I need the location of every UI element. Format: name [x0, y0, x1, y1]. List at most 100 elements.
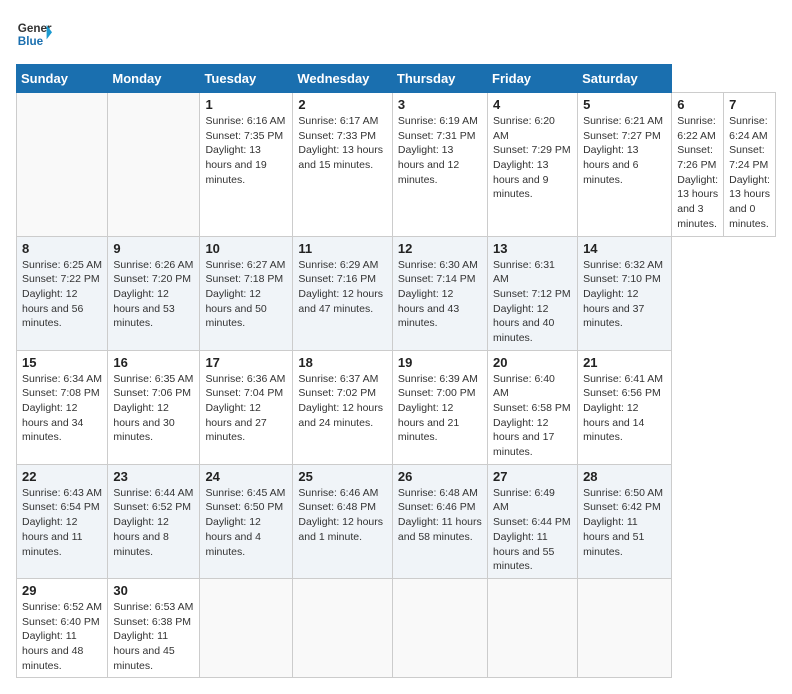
day-info: Sunrise: 6:40 AMSunset: 6:58 PMDaylight:…	[493, 372, 572, 460]
day-number: 17	[205, 355, 287, 370]
calendar-week-row: 1 Sunrise: 6:16 AMSunset: 7:35 PMDayligh…	[17, 93, 776, 237]
svg-text:Blue: Blue	[18, 35, 44, 48]
day-info: Sunrise: 6:44 AMSunset: 6:52 PMDaylight:…	[113, 486, 194, 559]
day-number: 16	[113, 355, 194, 370]
day-number: 27	[493, 469, 572, 484]
day-number: 24	[205, 469, 287, 484]
calendar-day: 11 Sunrise: 6:29 AMSunset: 7:16 PMDaylig…	[293, 236, 393, 350]
day-info: Sunrise: 6:31 AMSunset: 7:12 PMDaylight:…	[493, 258, 572, 346]
day-info: Sunrise: 6:36 AMSunset: 7:04 PMDaylight:…	[205, 372, 287, 445]
calendar-day: 23 Sunrise: 6:44 AMSunset: 6:52 PMDaylig…	[108, 464, 200, 578]
logo: General Blue	[16, 16, 52, 52]
day-info: Sunrise: 6:48 AMSunset: 6:46 PMDaylight:…	[398, 486, 482, 545]
calendar-day: 19 Sunrise: 6:39 AMSunset: 7:00 PMDaylig…	[392, 350, 487, 464]
calendar-day: 6 Sunrise: 6:22 AMSunset: 7:26 PMDayligh…	[672, 93, 724, 237]
calendar-day: 17 Sunrise: 6:36 AMSunset: 7:04 PMDaylig…	[200, 350, 293, 464]
page-header: General Blue	[16, 16, 776, 52]
calendar-day: 8 Sunrise: 6:25 AMSunset: 7:22 PMDayligh…	[17, 236, 108, 350]
calendar-day: 5 Sunrise: 6:21 AMSunset: 7:27 PMDayligh…	[578, 93, 672, 237]
day-info: Sunrise: 6:29 AMSunset: 7:16 PMDaylight:…	[298, 258, 387, 317]
column-header-sunday: Sunday	[17, 65, 108, 93]
column-header-thursday: Thursday	[392, 65, 487, 93]
day-number: 19	[398, 355, 482, 370]
calendar-week-row: 15 Sunrise: 6:34 AMSunset: 7:08 PMDaylig…	[17, 350, 776, 464]
day-number: 1	[205, 97, 287, 112]
day-number: 15	[22, 355, 102, 370]
day-info: Sunrise: 6:19 AMSunset: 7:31 PMDaylight:…	[398, 114, 482, 187]
calendar-day: 27 Sunrise: 6:49 AMSunset: 6:44 PMDaylig…	[488, 464, 578, 578]
calendar-day: 26 Sunrise: 6:48 AMSunset: 6:46 PMDaylig…	[392, 464, 487, 578]
day-number: 11	[298, 241, 387, 256]
day-info: Sunrise: 6:21 AMSunset: 7:27 PMDaylight:…	[583, 114, 666, 187]
day-number: 2	[298, 97, 387, 112]
day-info: Sunrise: 6:46 AMSunset: 6:48 PMDaylight:…	[298, 486, 387, 545]
day-info: Sunrise: 6:24 AMSunset: 7:24 PMDaylight:…	[729, 114, 770, 232]
calendar-day: 22 Sunrise: 6:43 AMSunset: 6:54 PMDaylig…	[17, 464, 108, 578]
day-info: Sunrise: 6:39 AMSunset: 7:00 PMDaylight:…	[398, 372, 482, 445]
calendar-day: 1 Sunrise: 6:16 AMSunset: 7:35 PMDayligh…	[200, 93, 293, 237]
day-info: Sunrise: 6:35 AMSunset: 7:06 PMDaylight:…	[113, 372, 194, 445]
calendar-day: 13 Sunrise: 6:31 AMSunset: 7:12 PMDaylig…	[488, 236, 578, 350]
day-number: 5	[583, 97, 666, 112]
calendar-day: 15 Sunrise: 6:34 AMSunset: 7:08 PMDaylig…	[17, 350, 108, 464]
day-info: Sunrise: 6:30 AMSunset: 7:14 PMDaylight:…	[398, 258, 482, 331]
day-info: Sunrise: 6:50 AMSunset: 6:42 PMDaylight:…	[583, 486, 666, 559]
column-header-friday: Friday	[488, 65, 578, 93]
calendar-day: 29 Sunrise: 6:52 AMSunset: 6:40 PMDaylig…	[17, 578, 108, 677]
calendar-day	[200, 578, 293, 677]
day-number: 29	[22, 583, 102, 598]
calendar-day: 30 Sunrise: 6:53 AMSunset: 6:38 PMDaylig…	[108, 578, 200, 677]
calendar-day: 2 Sunrise: 6:17 AMSunset: 7:33 PMDayligh…	[293, 93, 393, 237]
day-number: 4	[493, 97, 572, 112]
day-info: Sunrise: 6:27 AMSunset: 7:18 PMDaylight:…	[205, 258, 287, 331]
day-info: Sunrise: 6:16 AMSunset: 7:35 PMDaylight:…	[205, 114, 287, 187]
calendar-day	[293, 578, 393, 677]
day-info: Sunrise: 6:43 AMSunset: 6:54 PMDaylight:…	[22, 486, 102, 559]
day-number: 3	[398, 97, 482, 112]
day-info: Sunrise: 6:25 AMSunset: 7:22 PMDaylight:…	[22, 258, 102, 331]
day-info: Sunrise: 6:17 AMSunset: 7:33 PMDaylight:…	[298, 114, 387, 173]
day-number: 30	[113, 583, 194, 598]
day-number: 9	[113, 241, 194, 256]
calendar-day: 10 Sunrise: 6:27 AMSunset: 7:18 PMDaylig…	[200, 236, 293, 350]
day-info: Sunrise: 6:49 AMSunset: 6:44 PMDaylight:…	[493, 486, 572, 574]
day-number: 20	[493, 355, 572, 370]
calendar-day: 20 Sunrise: 6:40 AMSunset: 6:58 PMDaylig…	[488, 350, 578, 464]
day-number: 13	[493, 241, 572, 256]
day-number: 25	[298, 469, 387, 484]
day-number: 18	[298, 355, 387, 370]
calendar-day: 24 Sunrise: 6:45 AMSunset: 6:50 PMDaylig…	[200, 464, 293, 578]
calendar-day: 7 Sunrise: 6:24 AMSunset: 7:24 PMDayligh…	[724, 93, 776, 237]
calendar-week-row: 22 Sunrise: 6:43 AMSunset: 6:54 PMDaylig…	[17, 464, 776, 578]
day-info: Sunrise: 6:53 AMSunset: 6:38 PMDaylight:…	[113, 600, 194, 673]
calendar-day	[488, 578, 578, 677]
calendar-day	[578, 578, 672, 677]
calendar-header-row: SundayMondayTuesdayWednesdayThursdayFrid…	[17, 65, 776, 93]
calendar-day	[392, 578, 487, 677]
day-number: 21	[583, 355, 666, 370]
empty-cell	[17, 93, 108, 237]
calendar-table: SundayMondayTuesdayWednesdayThursdayFrid…	[16, 64, 776, 678]
day-number: 7	[729, 97, 770, 112]
calendar-day: 14 Sunrise: 6:32 AMSunset: 7:10 PMDaylig…	[578, 236, 672, 350]
day-number: 22	[22, 469, 102, 484]
calendar-day: 4 Sunrise: 6:20 AMSunset: 7:29 PMDayligh…	[488, 93, 578, 237]
day-info: Sunrise: 6:34 AMSunset: 7:08 PMDaylight:…	[22, 372, 102, 445]
calendar-day: 18 Sunrise: 6:37 AMSunset: 7:02 PMDaylig…	[293, 350, 393, 464]
day-number: 28	[583, 469, 666, 484]
calendar-week-row: 29 Sunrise: 6:52 AMSunset: 6:40 PMDaylig…	[17, 578, 776, 677]
day-info: Sunrise: 6:32 AMSunset: 7:10 PMDaylight:…	[583, 258, 666, 331]
day-info: Sunrise: 6:26 AMSunset: 7:20 PMDaylight:…	[113, 258, 194, 331]
day-number: 23	[113, 469, 194, 484]
calendar-day: 9 Sunrise: 6:26 AMSunset: 7:20 PMDayligh…	[108, 236, 200, 350]
day-info: Sunrise: 6:41 AMSunset: 6:56 PMDaylight:…	[583, 372, 666, 445]
calendar-day: 12 Sunrise: 6:30 AMSunset: 7:14 PMDaylig…	[392, 236, 487, 350]
day-info: Sunrise: 6:52 AMSunset: 6:40 PMDaylight:…	[22, 600, 102, 673]
calendar-day: 16 Sunrise: 6:35 AMSunset: 7:06 PMDaylig…	[108, 350, 200, 464]
day-number: 12	[398, 241, 482, 256]
day-number: 8	[22, 241, 102, 256]
day-number: 6	[677, 97, 718, 112]
calendar-day: 21 Sunrise: 6:41 AMSunset: 6:56 PMDaylig…	[578, 350, 672, 464]
column-header-saturday: Saturday	[578, 65, 672, 93]
day-info: Sunrise: 6:22 AMSunset: 7:26 PMDaylight:…	[677, 114, 718, 232]
